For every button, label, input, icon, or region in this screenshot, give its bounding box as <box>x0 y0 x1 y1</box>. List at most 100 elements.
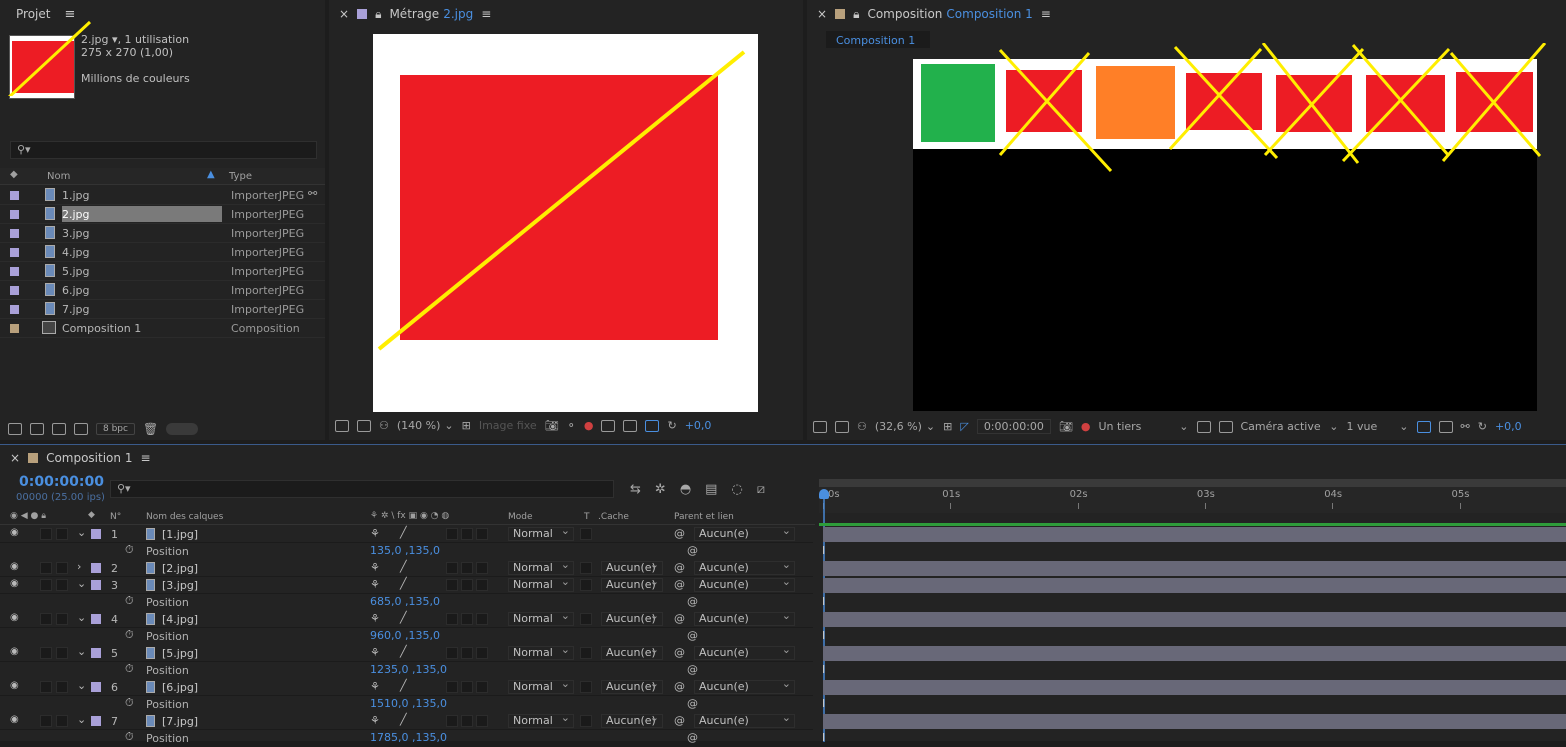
shy-switch-icon[interactable]: ⚘ <box>370 527 380 540</box>
col-layer-name[interactable]: Nom des calques <box>146 512 223 522</box>
shy-switch-icon[interactable]: ⚘ <box>370 561 380 574</box>
layer-duration-bar[interactable] <box>823 561 1566 576</box>
project-item[interactable]: 6.jpg ImporterJPEG <box>0 281 325 300</box>
keyframe-ibeam-icon[interactable]: I <box>822 629 825 642</box>
layer-duration-bar[interactable] <box>823 527 1566 542</box>
timeline-tab[interactable]: × Composition 1 ≡ <box>0 445 1566 471</box>
layer-row[interactable]: ◉ ⌄ 4 [4.jpg] ⚘ ╱ Normal Aucun(e) @ Aucun(e) <box>0 610 813 628</box>
switch-box[interactable] <box>461 681 473 693</box>
always-preview-icon[interactable] <box>335 419 349 432</box>
mode-dropdown[interactable]: Normal <box>508 559 574 575</box>
solo-toggle[interactable] <box>40 562 52 574</box>
layer-row[interactable]: ◉ ⌄ 1 [1.jpg] ⚘ ╱ Normal @ Aucun(e) <box>0 525 813 543</box>
preserve-transparency-toggle[interactable] <box>580 579 592 591</box>
channels-icon[interactable]: ● <box>584 419 594 432</box>
exposure-value[interactable]: +0,0 <box>1495 420 1522 433</box>
eye-icon[interactable]: ◉ <box>10 578 19 589</box>
track-matte-dropdown[interactable]: Aucun(e) <box>601 646 663 660</box>
flowchart-icon[interactable]: ⚯ <box>308 187 317 200</box>
solo-toggle[interactable] <box>40 613 52 625</box>
lock-toggle[interactable] <box>56 715 68 727</box>
frame-blending-icon[interactable]: ▤ <box>705 482 717 497</box>
label-swatch[interactable] <box>10 286 19 295</box>
layer-name[interactable]: [3.jpg] <box>162 579 198 592</box>
eye-icon[interactable]: ◉ <box>10 680 19 691</box>
preserve-transparency-toggle[interactable] <box>580 562 592 574</box>
chevron-down-icon[interactable]: ⌄ <box>77 526 86 539</box>
stopwatch-icon[interactable]: ⏱︎ <box>125 696 134 710</box>
project-search-input[interactable]: ⚲▾ <box>10 141 317 159</box>
pickwhip-icon[interactable]: @ <box>674 612 685 625</box>
quality-switch-icon[interactable]: ╱ <box>400 645 407 658</box>
transparency-icon[interactable] <box>1196 420 1211 433</box>
switch-box[interactable] <box>476 681 488 693</box>
position-value[interactable]: 1510,0 ,135,0 <box>370 697 447 710</box>
chevron-right-icon[interactable]: › <box>77 560 81 573</box>
preserve-transparency-toggle[interactable] <box>580 715 592 727</box>
stopwatch-icon[interactable]: ⏱︎ <box>125 730 134 744</box>
close-icon[interactable]: × <box>817 7 827 21</box>
label-swatch[interactable] <box>91 563 101 573</box>
eye-icon[interactable]: ◉ <box>10 612 19 623</box>
col-type[interactable]: Type <box>229 171 252 182</box>
reset-exposure-icon[interactable]: ↻ <box>1478 420 1487 433</box>
solo-toggle[interactable] <box>40 579 52 591</box>
keyframe-ibeam-icon[interactable]: I <box>822 544 825 557</box>
switch-box[interactable] <box>461 613 473 625</box>
monitor-icon[interactable] <box>835 420 849 433</box>
parent-dropdown[interactable]: Aucun(e) <box>694 525 795 541</box>
label-swatch[interactable] <box>10 229 19 238</box>
track-matte-dropdown[interactable]: Aucun(e) <box>601 612 663 626</box>
lock-toggle[interactable] <box>56 681 68 693</box>
views-dropdown[interactable]: 1 vue ⌄ <box>1347 420 1409 433</box>
solo-toggle[interactable] <box>40 647 52 659</box>
solo-toggle[interactable] <box>40 715 52 727</box>
project-item[interactable]: 2.jpg ImporterJPEG <box>0 205 325 224</box>
expression-pickwhip-icon[interactable]: @ <box>687 663 698 676</box>
pickwhip-icon[interactable]: @ <box>674 680 685 693</box>
project-item[interactable]: 7.jpg ImporterJPEG <box>0 300 325 319</box>
crop-icon[interactable]: ◸ <box>960 420 968 433</box>
layer-row[interactable]: ◉ ⌄ 6 [6.jpg] ⚘ ╱ Normal Aucun(e) @ Aucun(e) <box>0 678 813 696</box>
chevron-down-icon[interactable]: ⌄ <box>77 679 86 692</box>
current-time[interactable]: 0:00:00:00 <box>19 474 104 490</box>
position-property-row[interactable]: ⏱︎ Position 960,0 ,135,0 @ <box>0 628 813 645</box>
project-item[interactable]: 5.jpg ImporterJPEG <box>0 262 325 281</box>
chevron-down-icon[interactable]: ⌄ <box>77 577 86 590</box>
switch-box[interactable] <box>446 715 458 727</box>
switch-box[interactable] <box>476 715 488 727</box>
time-ruler[interactable]: 0s 01s 02s 03s 04s 05s <box>819 479 1566 513</box>
stopwatch-icon[interactable]: ⏱︎ <box>125 662 134 676</box>
exposure-value[interactable]: +0,0 <box>685 419 712 432</box>
chevron-down-icon[interactable]: ⌄ <box>77 645 86 658</box>
snapshot-icon[interactable]: ⚬ <box>567 419 576 432</box>
sort-ascending-icon[interactable]: ▲ <box>207 169 215 180</box>
keyframe-ibeam-icon[interactable]: I <box>822 663 825 676</box>
camera-icon[interactable]: 📷︎ <box>545 419 559 432</box>
switch-box[interactable] <box>476 613 488 625</box>
shy-switch-icon[interactable]: ⚘ <box>370 612 380 625</box>
mask-icon[interactable]: ⚇ <box>379 419 389 432</box>
menu-icon[interactable]: ≡ <box>140 451 150 465</box>
zoom-dropdown[interactable]: (32,6 %) ⌄ <box>875 420 935 433</box>
label-tag-icon[interactable]: ◆ <box>10 169 18 180</box>
switch-box[interactable] <box>446 579 458 591</box>
layer-row[interactable]: ◉ › 2 [2.jpg] ⚘ ╱ Normal Aucun(e) @ Aucun(e) <box>0 559 813 577</box>
fast-preview-icon[interactable] <box>645 419 660 432</box>
zoom-dropdown[interactable]: (140 %) ⌄ <box>397 419 454 432</box>
shy-layers-icon[interactable]: ◓ <box>680 482 691 497</box>
av-features-icon[interactable]: ◉ ◀ ● 🔒︎ <box>10 511 46 521</box>
graph-editor-icon[interactable]: ⧄ <box>757 482 765 497</box>
label-swatch[interactable] <box>91 529 101 539</box>
layer-row[interactable]: ◉ ⌄ 5 [5.jpg] ⚘ ╱ Normal Aucun(e) @ Aucun(e) <box>0 644 813 662</box>
expression-pickwhip-icon[interactable]: @ <box>687 629 698 642</box>
layer-duration-bar[interactable] <box>823 680 1566 695</box>
close-icon[interactable]: × <box>10 451 20 465</box>
preserve-transparency-toggle[interactable] <box>580 681 592 693</box>
stopwatch-icon[interactable]: ⏱︎ <box>125 594 134 608</box>
position-value[interactable]: 1235,0 ,135,0 <box>370 663 447 676</box>
region-icon[interactable]: ⊞ <box>462 419 471 432</box>
switch-box[interactable] <box>446 562 458 574</box>
project-slider[interactable] <box>166 423 199 435</box>
layer-row[interactable]: ◉ ⌄ 7 [7.jpg] ⚘ ╱ Normal Aucun(e) @ Aucun(e) <box>0 712 813 730</box>
